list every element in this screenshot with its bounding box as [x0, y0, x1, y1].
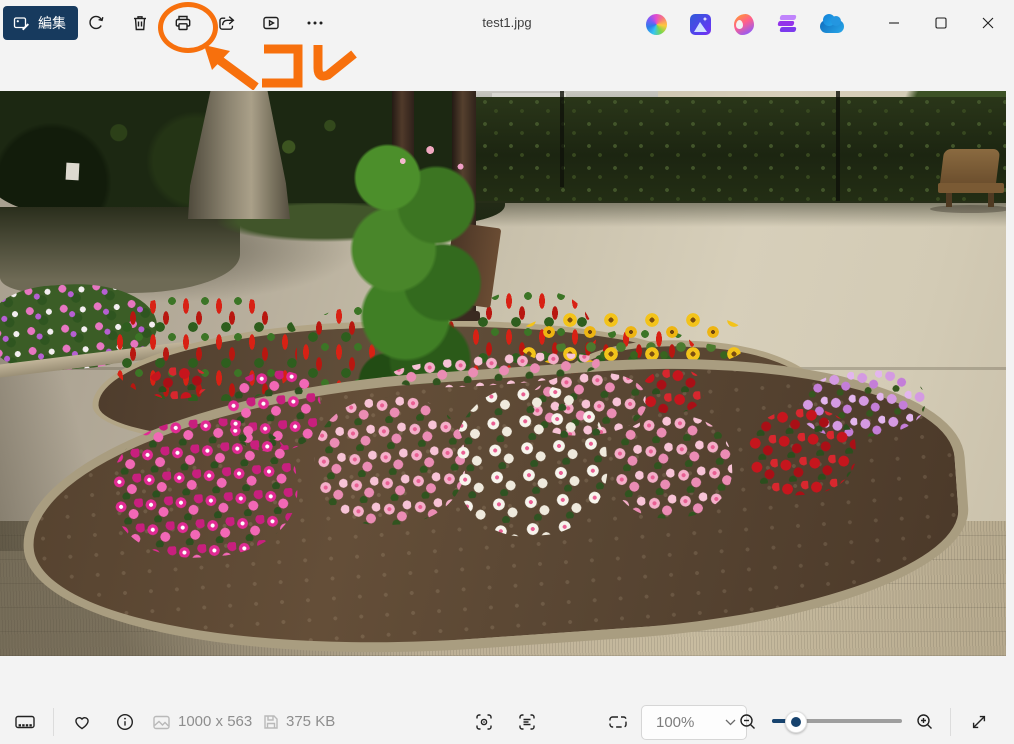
fullscreen-button[interactable] [962, 705, 996, 739]
favorite-button[interactable] [65, 705, 99, 739]
clipchamp-icon [778, 14, 798, 35]
close-button[interactable] [964, 0, 1011, 46]
share-icon [217, 13, 237, 33]
onedrive-button[interactable] [815, 7, 849, 41]
photo-layer-sign [66, 163, 80, 181]
statusbar-divider [950, 708, 951, 736]
delete-button[interactable] [123, 6, 157, 40]
file-size-value: 375 KB [286, 705, 335, 739]
filmstrip-icon [14, 712, 36, 732]
heart-icon [72, 712, 92, 732]
photo-editor-icon [690, 14, 711, 35]
rotate-icon [86, 13, 106, 33]
zoom-level-value: 100% [656, 714, 725, 731]
edit-image-icon [13, 15, 30, 32]
rotate-button[interactable] [79, 6, 113, 40]
zoom-out-icon [738, 712, 758, 732]
annotation-arrow-icon [198, 42, 262, 95]
zoom-in-icon [915, 712, 935, 732]
maximize-button[interactable] [917, 0, 964, 46]
image-dimensions-icon [152, 713, 171, 737]
annotation-label [256, 40, 360, 95]
photo-layer-fencepost [836, 91, 840, 201]
clipchamp-button[interactable] [771, 7, 805, 41]
photo-canvas[interactable] [0, 91, 1006, 656]
more-button[interactable] [298, 6, 332, 40]
photo-layer-hedge [452, 97, 1006, 203]
trash-icon [130, 13, 150, 33]
statusbar-divider [53, 708, 54, 736]
text-actions-button[interactable] [510, 705, 544, 739]
copilot-button[interactable] [639, 7, 673, 41]
photo-layer-bench [936, 149, 1006, 211]
photos-app: { "app": { "background_color": "#f3f3f3"… [0, 0, 1014, 744]
edit-button-label: 編集 [38, 13, 66, 33]
statusbar: 1000 x 563 375 KB [0, 656, 1014, 744]
visual-search-icon [474, 712, 494, 732]
info-button[interactable] [108, 705, 142, 739]
onedrive-icon [820, 20, 844, 33]
share-button[interactable] [210, 6, 244, 40]
photo-layer-hedge-shadow [452, 201, 1006, 227]
slideshow-icon [261, 13, 281, 33]
titlebar: 編集 [0, 0, 1014, 46]
text-actions-icon [517, 712, 537, 732]
print-button[interactable] [166, 6, 200, 40]
photo-layer-fencepost [560, 91, 564, 187]
print-icon [173, 13, 193, 33]
visual-search-button[interactable] [467, 705, 501, 739]
photo-editor-button[interactable] [683, 7, 717, 41]
maximize-icon [935, 17, 947, 29]
filmstrip-button[interactable] [8, 705, 42, 739]
more-icon [305, 13, 325, 33]
minimize-button[interactable] [870, 0, 917, 46]
fit-to-window-button[interactable] [601, 705, 635, 739]
fullscreen-icon [969, 712, 989, 732]
close-icon [982, 17, 994, 29]
zoom-out-button[interactable] [731, 705, 765, 739]
image-dimensions-value: 1000 x 563 [178, 705, 252, 739]
zoom-in-button[interactable] [908, 705, 942, 739]
minimize-icon [888, 17, 900, 29]
designer-button[interactable] [727, 7, 761, 41]
edit-button[interactable]: 編集 [3, 6, 78, 40]
zoom-slider[interactable] [772, 719, 902, 723]
zoom-slider-thumb[interactable] [785, 711, 807, 733]
file-size-icon [262, 713, 280, 736]
copilot-icon [646, 14, 667, 35]
fit-to-window-icon [607, 712, 629, 732]
info-icon [115, 712, 135, 732]
slideshow-button[interactable] [254, 6, 288, 40]
designer-icon [734, 14, 754, 35]
